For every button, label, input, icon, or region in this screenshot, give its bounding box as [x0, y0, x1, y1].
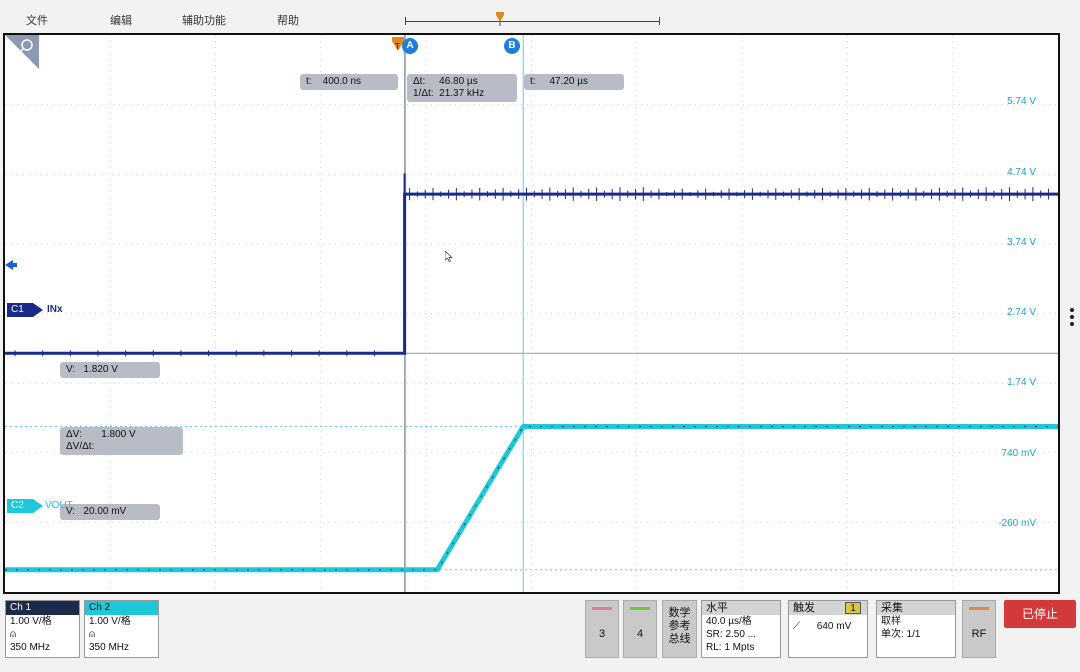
- probe-icon: ⍝: [10, 629, 16, 640]
- bus-label: 总线: [668, 633, 691, 645]
- zoom-icon[interactable]: [5, 35, 39, 69]
- trigger-row: ⟋ 640 mV: [789, 620, 867, 633]
- horizontal-title: 水平: [702, 601, 780, 615]
- menu-edit[interactable]: 编辑: [110, 12, 132, 28]
- axis-label: 5.74 V: [1007, 96, 1036, 107]
- axis-label: 740 mV: [1001, 448, 1036, 459]
- settings-bar: Ch 1 1.00 V/格 ⍝ 350 MHz Ch 2 1.00 V/格 ⍝ …: [0, 596, 1080, 672]
- svg-text:T: T: [395, 42, 400, 51]
- axis-label: 2.74 V: [1007, 307, 1036, 318]
- acquire-mode: 取样: [881, 616, 901, 627]
- ch3-button[interactable]: 3: [585, 600, 619, 658]
- ch2-tag-arrow-icon: [33, 499, 43, 513]
- timeline-end-mark: [659, 17, 660, 25]
- ch1-bandwidth: 350 MHz: [10, 642, 51, 653]
- menu-help[interactable]: 帮助: [277, 12, 299, 28]
- record-timeline[interactable]: [405, 21, 660, 22]
- ch3-label: 3: [598, 628, 606, 640]
- run-stop-button[interactable]: 已停止: [1004, 600, 1076, 628]
- acquire-panel[interactable]: 采集 取样 单次: 1/1: [876, 600, 956, 658]
- ch2-bandwidth: 350 MHz: [89, 642, 130, 653]
- cursor-delta-readout: Δt: 46.80 µs 1/Δt: 21.37 kHz: [407, 74, 517, 102]
- horizontal-panel[interactable]: 水平 40.0 µs/格 SR: 2.50 ... RL: 1 Mpts: [701, 600, 781, 658]
- menu-file[interactable]: 文件: [26, 12, 48, 28]
- cursor-b-voltage-readout: V: 20.00 mV: [60, 504, 160, 520]
- trigger-title: 触发: [793, 602, 815, 614]
- trigger-source-badge: 1: [845, 602, 861, 614]
- cursor-lines: [5, 35, 1058, 592]
- rf-button[interactable]: RF: [962, 600, 996, 658]
- math-ref-bus-button[interactable]: 数学 参考 总线: [662, 600, 697, 658]
- ch1-scale: 1.00 V/格: [10, 616, 52, 627]
- graticule: [5, 35, 1058, 592]
- waveform-plot[interactable]: T A B t: 400.0 ns Δt: 46.80 µs 1/Δt: 21.3…: [3, 33, 1060, 594]
- ch2-label: VOUT: [45, 500, 73, 511]
- ch1-label: INx: [47, 304, 63, 315]
- ch1-settings-badge[interactable]: Ch 1 1.00 V/格 ⍝ 350 MHz: [5, 600, 80, 658]
- trigger-position-icon[interactable]: [495, 12, 505, 26]
- timeline-start-mark: [405, 17, 406, 25]
- axis-label: -260 mV: [998, 518, 1036, 529]
- ch1-tag-arrow-icon: [33, 303, 43, 317]
- ch1-badge-title: Ch 1: [6, 601, 79, 615]
- menu-accessibility[interactable]: 辅助功能: [182, 12, 226, 28]
- ch2-settings-badge[interactable]: Ch 2 1.00 V/格 ⍝ 350 MHz: [84, 600, 159, 658]
- ch1-trace-noise: [14, 173, 1049, 357]
- record-length: RL: 1 Mpts: [706, 642, 755, 653]
- cursor-a-voltage-readout: V: 1.820 V: [60, 362, 160, 378]
- ch2-ground-tag[interactable]: C2: [7, 499, 33, 513]
- probe-icon: ⍝: [89, 629, 95, 640]
- cursor-delta-voltage-readout: ΔV: 1.800 V ΔV/Δt:: [60, 427, 183, 455]
- trigger-level: 640 mV: [816, 621, 852, 632]
- ch2-scale: 1.00 V/格: [89, 616, 131, 627]
- axis-label: 1.74 V: [1007, 377, 1036, 388]
- side-menu-dots-icon[interactable]: [1069, 308, 1075, 332]
- cursor-b-badge[interactable]: B: [504, 38, 520, 54]
- ref-label: 参考: [668, 620, 691, 632]
- ch2-badge-title: Ch 2: [85, 601, 158, 615]
- trigger-header: 触发 1: [789, 601, 867, 615]
- trigger-panel[interactable]: 触发 1 ⟋ 640 mV: [788, 600, 868, 658]
- acquire-title: 采集: [877, 601, 955, 615]
- axis-label: 4.74 V: [1007, 167, 1036, 178]
- waveform-canvas[interactable]: [5, 35, 1058, 592]
- ch4-label: 4: [636, 628, 644, 640]
- rf-label: RF: [971, 628, 987, 640]
- acquire-single-count: 单次: 1/1: [881, 629, 921, 640]
- rising-edge-icon: ⟋: [793, 621, 800, 632]
- cursor-a-badge[interactable]: A: [402, 38, 418, 54]
- axis-label: 3.74 V: [1007, 237, 1036, 248]
- ch4-button[interactable]: 4: [623, 600, 657, 658]
- menu-bar: 文件 编辑 辅助功能 帮助: [0, 0, 1080, 32]
- math-label: 数学: [668, 607, 691, 619]
- mouse-pointer-icon: [445, 251, 453, 262]
- cursor-b-time-readout: t: 47.20 µs: [524, 74, 624, 90]
- ch1-ground-tag[interactable]: C1: [7, 303, 33, 317]
- cursor-a-time-readout: t: 400.0 ns: [300, 74, 398, 90]
- sample-rate: SR: 2.50 ...: [706, 629, 757, 640]
- trigger-level-arrow-icon[interactable]: [5, 259, 17, 271]
- horizontal-scale: 40.0 µs/格: [706, 616, 752, 627]
